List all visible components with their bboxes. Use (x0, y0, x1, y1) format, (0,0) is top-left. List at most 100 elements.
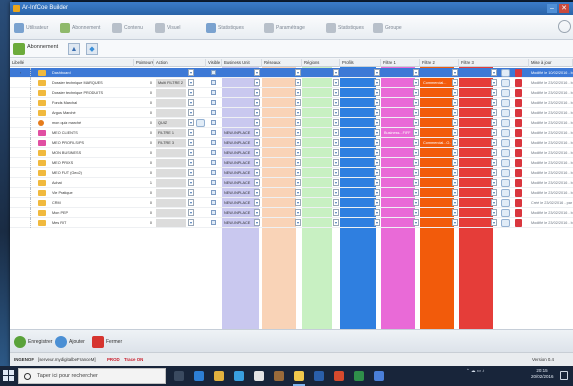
settings-action-icon[interactable] (501, 189, 510, 197)
dropdown-arrow-icon[interactable]: ▾ (491, 69, 497, 76)
dropdown-arrow-icon[interactable]: ▾ (295, 79, 301, 86)
move-up-button[interactable]: ▲ (68, 43, 80, 55)
table-row[interactable]: MEO PRIXS 0 ▾ NEW-INPLACE ▾ ▾ ▾ ▾ ▾ ▾ ▾ Modifié le … (10, 158, 573, 168)
dropdown-arrow-icon[interactable]: ▾ (413, 79, 419, 86)
dropdown-arrow-icon[interactable]: ▾ (295, 109, 301, 116)
row-action-select[interactable] (156, 199, 186, 207)
store-icon[interactable] (234, 371, 244, 381)
row-filtre1[interactable] (382, 209, 412, 217)
dropdown-arrow-icon[interactable]: ▾ (491, 79, 497, 86)
delete-icon[interactable] (515, 139, 522, 147)
dropdown-arrow-icon[interactable]: ▾ (452, 89, 458, 96)
dropdown-arrow-icon[interactable]: ▾ (413, 209, 419, 216)
dropdown-arrow-icon[interactable]: ▾ (491, 129, 497, 136)
dropdown-arrow-icon[interactable]: ▾ (254, 189, 260, 196)
row-business-unit[interactable] (222, 119, 254, 127)
dropdown-arrow-icon[interactable]: ▾ (295, 89, 301, 96)
row-filtre2[interactable] (421, 169, 451, 177)
settings-action-icon[interactable] (501, 129, 510, 137)
row-business-unit[interactable]: NEW-INPLACE (222, 199, 254, 207)
dropdown-arrow-icon[interactable]: ▾ (413, 89, 419, 96)
delete-icon[interactable] (515, 159, 522, 167)
dropdown-arrow-icon[interactable]: ▾ (333, 219, 339, 226)
visible-checkbox[interactable] (211, 130, 216, 135)
settings-action-icon[interactable] (501, 179, 510, 187)
settings-action-icon[interactable] (501, 119, 510, 127)
delete-icon[interactable] (515, 199, 522, 207)
dropdown-arrow-icon[interactable]: ▾ (374, 149, 380, 156)
dropdown-arrow-icon[interactable]: ▾ (374, 99, 380, 106)
row-action-select[interactable] (156, 149, 186, 157)
row-action-select[interactable]: QUIZ (156, 119, 186, 127)
dropdown-arrow-icon[interactable]: ▾ (333, 119, 339, 126)
dropdown-arrow-icon[interactable]: ▾ (295, 139, 301, 146)
row-action-select[interactable]: FILTRE 3 (156, 139, 186, 147)
row-filtre1[interactable] (382, 219, 412, 227)
dropdown-arrow-icon[interactable]: ▾ (452, 69, 458, 76)
dropdown-arrow-icon[interactable]: ▾ (333, 139, 339, 146)
dropdown-arrow-icon[interactable]: ▾ (188, 219, 194, 226)
table-row[interactable]: MEO CLIENTS 0 FILTRE 1 ▾ NEW-INPLACE ▾ ▾ ▾ ▾ Busi… (10, 128, 573, 138)
table-row[interactable]: MEO PROFILS/PS 0 FILTRE 3 ▾ NEW-INPLACE ▾ ▾ ▾ ▾ ▾… (10, 138, 573, 148)
table-row[interactable]: Argus Marché 0 ▾ ▾ ▾ ▾ ▾ ▾ ▾ ▾ Modifié le 23/02/20… (10, 108, 573, 118)
dropdown-arrow-icon[interactable]: ▾ (333, 109, 339, 116)
dropdown-arrow-icon[interactable]: ▾ (188, 199, 194, 206)
row-filtre2[interactable] (421, 149, 451, 157)
delete-icon[interactable] (515, 89, 522, 97)
delete-icon[interactable] (515, 149, 522, 157)
dropdown-arrow-icon[interactable]: ▾ (188, 209, 194, 216)
dropdown-arrow-icon[interactable]: ▾ (295, 209, 301, 216)
dropdown-arrow-icon[interactable]: ▾ (254, 209, 260, 216)
row-business-unit[interactable]: NEW-INPLACE (222, 139, 254, 147)
row-filtre2[interactable] (421, 209, 451, 217)
row-business-unit[interactable]: NEW-INPLACE (222, 129, 254, 137)
toolbar-button-statistiques[interactable]: Statistiques (206, 20, 244, 35)
settings-action-icon[interactable] (501, 99, 510, 107)
row-business-unit[interactable] (222, 109, 254, 117)
dropdown-arrow-icon[interactable]: ▾ (374, 219, 380, 226)
system-tray[interactable]: ⌃ ☁ ▭ ♪ (466, 368, 485, 384)
row-business-unit[interactable]: NEW-INPLACE (222, 159, 254, 167)
row-filtre1[interactable] (382, 189, 412, 197)
delete-icon[interactable] (515, 69, 522, 77)
taskbar-search-input[interactable]: Taper ici pour rechercher (18, 368, 179, 384)
visible-checkbox[interactable] (211, 220, 216, 225)
dropdown-arrow-icon[interactable]: ▾ (188, 119, 194, 126)
toolbar-button-abonnement[interactable]: Abonnement (60, 20, 100, 35)
dropdown-arrow-icon[interactable]: ▾ (452, 79, 458, 86)
dropdown-arrow-icon[interactable]: ▾ (333, 69, 339, 76)
dropdown-arrow-icon[interactable]: ▾ (188, 79, 194, 86)
table-row[interactable]: › Dashboard ▾ ▾ ▾ ▾ ▾ ▾ ▾ ▾ Modifié le 10/02/2016 … (10, 68, 573, 78)
dropdown-arrow-icon[interactable]: ▾ (491, 109, 497, 116)
column-header[interactable]: Visible (206, 59, 222, 67)
toolbar-button-utilisateur[interactable]: Utilisateur (14, 20, 48, 35)
delete-icon[interactable] (515, 99, 522, 107)
dropdown-arrow-icon[interactable]: ▾ (333, 209, 339, 216)
dropdown-arrow-icon[interactable]: ▾ (413, 189, 419, 196)
settings-action-icon[interactable] (501, 199, 510, 207)
dropdown-arrow-icon[interactable]: ▾ (491, 149, 497, 156)
row-action-select[interactable]: Multi FILTRE 2 (156, 79, 186, 87)
visible-checkbox[interactable] (211, 160, 216, 165)
dropdown-arrow-icon[interactable]: ▾ (491, 219, 497, 226)
row-action-select[interactable] (156, 89, 186, 97)
dropdown-arrow-icon[interactable]: ▾ (452, 169, 458, 176)
dropdown-arrow-icon[interactable]: ▾ (254, 199, 260, 206)
toolbar-button-parametrage[interactable]: Paramétrage (264, 20, 305, 35)
visible-checkbox[interactable] (211, 120, 216, 125)
dropdown-arrow-icon[interactable]: ▾ (295, 119, 301, 126)
row-filtre1[interactable] (382, 89, 412, 97)
dropdown-arrow-icon[interactable]: ▾ (374, 199, 380, 206)
dropdown-arrow-icon[interactable]: ▾ (295, 159, 301, 166)
table-row[interactable]: CRM 0 ▾ NEW-INPLACE ▾ ▾ ▾ ▾ ▾ ▾ ▾ Créé le 23/02/201… (10, 198, 573, 208)
dropdown-arrow-icon[interactable]: ▾ (374, 139, 380, 146)
column-header[interactable]: Filtre 1 (381, 59, 420, 67)
dropdown-arrow-icon[interactable]: ▾ (491, 119, 497, 126)
dropdown-arrow-icon[interactable]: ▾ (188, 99, 194, 106)
dropdown-arrow-icon[interactable]: ▾ (333, 199, 339, 206)
dropdown-arrow-icon[interactable]: ▾ (188, 109, 194, 116)
expand-arrow-icon[interactable]: › (18, 69, 24, 77)
builder-app-icon[interactable] (294, 371, 304, 381)
dropdown-arrow-icon[interactable]: ▾ (188, 159, 194, 166)
dropdown-arrow-icon[interactable]: ▾ (491, 169, 497, 176)
